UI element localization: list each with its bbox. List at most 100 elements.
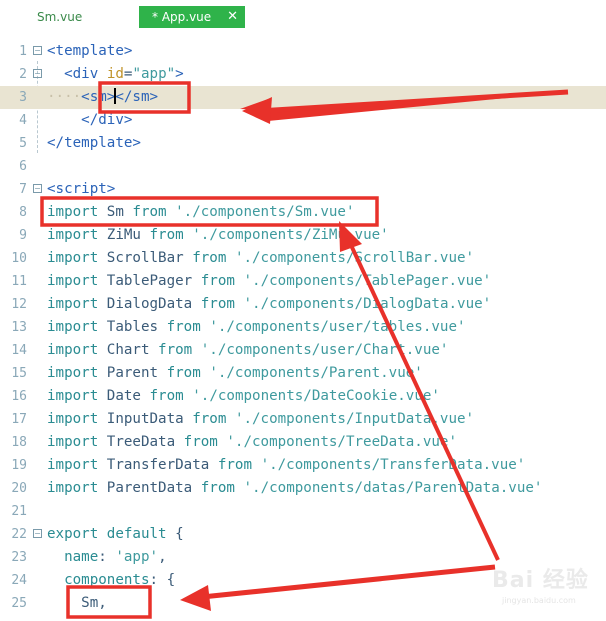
code-line[interactable]: 21 xyxy=(0,500,606,523)
code-token: id xyxy=(106,66,124,82)
code-token: './components/Parent.vue' xyxy=(209,365,423,381)
code-token: name xyxy=(47,549,99,565)
code-editor[interactable]: 1− <template> 2− <div id="app"> 3 ····<sm></… xyxy=(0,38,606,621)
code-token: from xyxy=(166,365,210,381)
line-number: 21 xyxy=(11,504,27,519)
code-line[interactable]: 13 import Tables from './components/user/… xyxy=(0,316,606,339)
code-line[interactable]: 2− <div id="app"> xyxy=(0,63,606,86)
code-token: { xyxy=(175,526,184,542)
code-token: './components/DateCookie.vue' xyxy=(192,388,440,404)
code-line[interactable]: 6 xyxy=(0,155,606,178)
code-token: import xyxy=(47,319,107,335)
code-line[interactable]: 5 </template> xyxy=(0,132,606,155)
code-token: default xyxy=(106,526,176,542)
fold-toggle-icon[interactable]: − xyxy=(33,184,42,193)
code-line[interactable]: 20 import ParentData from './components/d… xyxy=(0,477,606,500)
code-token: export xyxy=(47,526,107,542)
code-token: > xyxy=(175,66,184,82)
code-token: import xyxy=(47,273,107,289)
code-line[interactable]: 12 import DialogData from './components/D… xyxy=(0,293,606,316)
fold-toggle-icon[interactable]: − xyxy=(33,69,42,78)
code-token: import xyxy=(47,411,107,427)
line-number: 6 xyxy=(19,159,27,174)
line-number: 11 xyxy=(11,274,27,289)
code-token: from xyxy=(217,457,261,473)
code-line[interactable]: 11 import TablePager from './components/T… xyxy=(0,270,606,293)
close-icon[interactable]: ✕ xyxy=(227,6,238,28)
code-token: from xyxy=(166,319,210,335)
code-line[interactable]: 16 import Date from './components/DateCoo… xyxy=(0,385,606,408)
code-line[interactable]: 14 import Chart from './components/user/C… xyxy=(0,339,606,362)
code-token: ScrollBar xyxy=(106,250,193,266)
line-number: 23 xyxy=(11,550,27,565)
code-token: './components/TablePager.vue' xyxy=(243,273,492,289)
line-number: 14 xyxy=(11,343,27,358)
code-token: from xyxy=(149,388,193,404)
tab-app-label: * App.vue xyxy=(152,10,212,24)
code-token: './components/TreeData.vue' xyxy=(226,434,458,450)
code-token: from xyxy=(200,273,244,289)
editor-tab-bar: Sm.vue * App.vue ✕ xyxy=(0,0,606,34)
code-token: </div> xyxy=(81,112,133,128)
code-token: <div xyxy=(64,66,107,82)
code-line[interactable]: 1− <template> xyxy=(0,40,606,63)
code-line[interactable]: 15 import Parent from './components/Paren… xyxy=(0,362,606,385)
code-token: from xyxy=(158,342,201,358)
code-text: import DialogData from './components/Dia… xyxy=(47,293,491,316)
code-token: : { xyxy=(149,572,176,588)
code-token: Parent xyxy=(106,365,167,381)
line-number: 20 xyxy=(11,481,27,496)
code-text: import ZiMu from './components/ZiMu.vue' xyxy=(47,224,389,247)
code-token: './components/TransferData.vue' xyxy=(260,457,526,473)
code-line[interactable]: 4 </div> xyxy=(0,109,606,132)
fold-toggle-icon[interactable]: − xyxy=(33,46,42,55)
code-token: <sm> xyxy=(81,89,116,105)
code-text: export default { xyxy=(47,523,184,546)
line-number: 5 xyxy=(19,136,27,151)
line-number: 2 xyxy=(19,67,27,82)
code-token: <template> xyxy=(47,43,133,59)
line-number: 7 xyxy=(19,182,27,197)
line-number: 12 xyxy=(11,297,27,312)
code-token: from xyxy=(149,227,193,243)
fold-toggle-icon[interactable]: − xyxy=(33,529,42,538)
code-text: <template> xyxy=(47,40,132,63)
code-text: components: { xyxy=(47,569,175,592)
line-number: 24 xyxy=(11,573,27,588)
code-token: TablePager xyxy=(106,273,201,289)
code-token: import xyxy=(47,388,107,404)
tab-sm-vue[interactable]: Sm.vue xyxy=(37,6,82,28)
code-token: './components/DialogData.vue' xyxy=(243,296,492,312)
code-line[interactable]: 17 import InputData from './components/In… xyxy=(0,408,606,431)
watermark-main: Bai 经验 xyxy=(492,568,589,593)
code-token: DialogData xyxy=(106,296,201,312)
code-token: from xyxy=(192,411,235,427)
code-token: import xyxy=(47,342,107,358)
code-token: './components/Sm.vue' xyxy=(175,204,355,220)
code-token: TreeData xyxy=(106,434,184,450)
code-text: import TransferData from './components/T… xyxy=(47,454,525,477)
code-line[interactable]: 10 import ScrollBar from './components/Sc… xyxy=(0,247,606,270)
code-line[interactable]: 3 ····<sm></sm> xyxy=(0,86,606,109)
code-text: import Sm from './components/Sm.vue' xyxy=(47,201,355,224)
baidu-watermark: Bai 经验 jingyan.baidu.com xyxy=(478,558,598,608)
code-token: import xyxy=(47,250,107,266)
code-text: import Date from './components/DateCooki… xyxy=(47,385,440,408)
code-token: InputData xyxy=(106,411,193,427)
code-line[interactable]: 19 import TransferData from './components… xyxy=(0,454,606,477)
line-number: 3 xyxy=(19,90,27,105)
line-number: 9 xyxy=(19,228,27,243)
code-token: import xyxy=(47,365,107,381)
code-text: </template> xyxy=(47,132,141,155)
code-line[interactable]: 7− <script> xyxy=(0,178,606,201)
code-line[interactable]: 18 import TreeData from './components/Tre… xyxy=(0,431,606,454)
code-token: import xyxy=(47,227,107,243)
code-token: TransferData xyxy=(106,457,218,473)
tab-app-vue[interactable]: * App.vue ✕ xyxy=(139,6,245,28)
code-line[interactable]: 8 import Sm from './components/Sm.vue' xyxy=(0,201,606,224)
line-number: 13 xyxy=(11,320,27,335)
code-token: import xyxy=(47,296,107,312)
code-line[interactable]: 9 import ZiMu from './components/ZiMu.vue… xyxy=(0,224,606,247)
code-line[interactable]: 22− export default { xyxy=(0,523,606,546)
